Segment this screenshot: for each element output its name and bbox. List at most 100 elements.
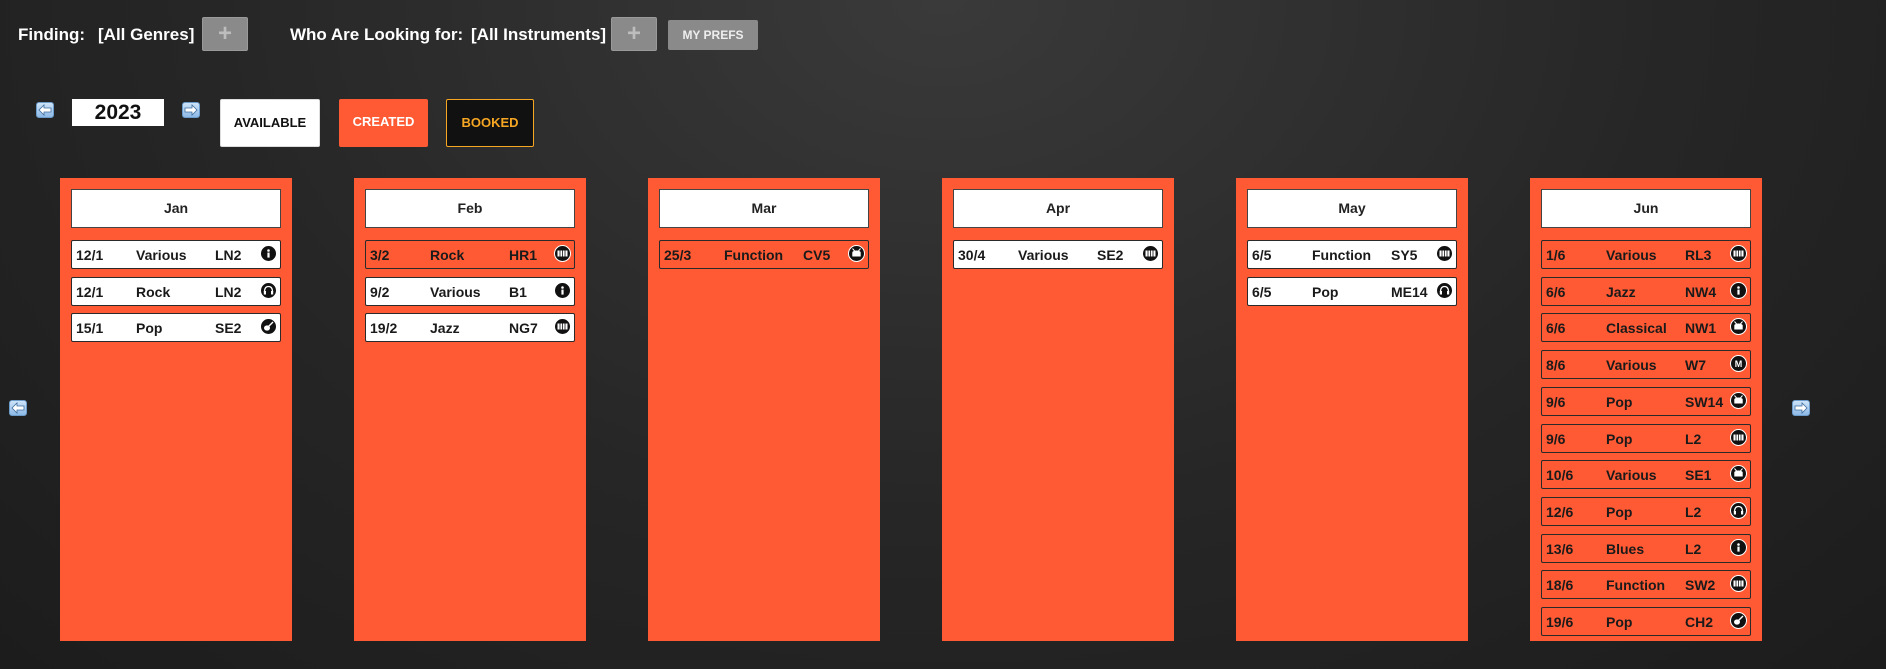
gig-code: SY5 <box>1391 247 1418 263</box>
gig-date: 1/6 <box>1546 247 1566 263</box>
keyboard-icon <box>1142 245 1159 262</box>
gig-row[interactable]: 19/2 Jazz NG7 <box>365 313 575 343</box>
gig-date: 30/4 <box>958 247 986 263</box>
gig-date: 9/6 <box>1546 430 1566 447</box>
gig-date: 8/6 <box>1546 357 1566 374</box>
gig-code: SW2 <box>1685 577 1716 594</box>
gig-genre: Various <box>1018 247 1069 263</box>
instruments-selector[interactable]: [All Instruments] <box>471 25 606 45</box>
month-column-apr: Apr 30/4 Various SE2 <box>942 178 1174 641</box>
gig-row[interactable]: 15/1 Pop SE2 <box>71 313 281 343</box>
gig-genre: Function <box>724 247 784 263</box>
prev-months-arrow-left-icon[interactable] <box>9 400 27 416</box>
gig-code: CH2 <box>1685 614 1714 630</box>
gig-date: 12/1 <box>76 247 104 263</box>
gig-genre: Pop <box>1606 503 1633 520</box>
gig-genre: Pop <box>1606 393 1633 410</box>
gig-row[interactable]: 10/6 Various SE1 <box>1541 460 1751 490</box>
month-column-feb: Feb 3/2 Rock HR1 9/2 Various B1 19/2 Jazz NG7 <box>354 178 586 641</box>
guitar-icon <box>260 318 277 336</box>
keyboard-icon <box>1436 245 1453 262</box>
gig-row[interactable]: 1/6 Various RL3 <box>1541 240 1751 269</box>
available-filter-button[interactable]: AVAILABLE <box>220 99 320 147</box>
gig-genre: Blues <box>1606 540 1645 557</box>
gig-date: 13/6 <box>1546 540 1574 557</box>
gig-date: 18/6 <box>1546 577 1574 594</box>
gig-row[interactable]: 6/5 Pop ME14 <box>1247 276 1457 306</box>
gig-genre: Jazz <box>1606 283 1636 300</box>
gig-date: 9/2 <box>370 283 390 300</box>
keyboard-icon <box>554 245 571 262</box>
gig-row[interactable]: 12/1 Rock LN2 <box>71 276 281 306</box>
drum-icon <box>1730 391 1747 409</box>
gig-row[interactable]: 6/6 Jazz NW4 <box>1541 276 1751 306</box>
month-header[interactable]: Jan <box>71 189 281 228</box>
created-filter-button[interactable]: CREATED <box>339 99 428 147</box>
gig-row[interactable]: 25/3 Function CV5 <box>659 240 869 269</box>
gig-code: LN2 <box>215 283 242 300</box>
gig-row[interactable]: 13/6 Blues L2 <box>1541 533 1751 563</box>
gig-code: L2 <box>1685 540 1702 557</box>
gig-date: 19/6 <box>1546 614 1574 630</box>
month-header[interactable]: Apr <box>953 189 1163 228</box>
gig-code: W7 <box>1685 357 1706 374</box>
next-year-arrow-right-icon[interactable] <box>182 102 200 118</box>
month-header[interactable]: May <box>1247 189 1457 228</box>
gig-row[interactable]: 9/6 Pop SW14 <box>1541 386 1751 416</box>
month-column-may: May 6/5 Function SY5 6/5 Pop ME14 <box>1236 178 1468 641</box>
gig-row[interactable]: 6/6 Classical NW1 <box>1541 313 1751 343</box>
info-icon <box>1730 281 1747 299</box>
gig-row[interactable]: 3/2 Rock HR1 <box>365 240 575 269</box>
my-prefs-button[interactable]: MY PREFS <box>668 20 758 50</box>
gig-code: CV5 <box>803 247 831 263</box>
booked-filter-button[interactable]: BOOKED <box>446 99 534 147</box>
gig-row[interactable]: 8/6 Various W7 M <box>1541 350 1751 380</box>
gig-code: NG7 <box>509 320 538 337</box>
gig-genre: Various <box>1606 467 1657 484</box>
month-header[interactable]: Feb <box>365 189 575 228</box>
guitar-icon <box>1730 612 1747 629</box>
microphone-icon: M <box>1730 355 1747 373</box>
gig-row[interactable]: 6/5 Function SY5 <box>1247 240 1457 269</box>
year-display: 2023 <box>72 99 164 126</box>
drum-icon <box>848 245 865 262</box>
gig-row[interactable]: 12/6 Pop L2 <box>1541 496 1751 526</box>
drum-icon <box>1730 318 1747 336</box>
add-instrument-button[interactable]: + <box>611 17 657 51</box>
headphones-icon <box>1436 281 1453 299</box>
gig-row[interactable]: 9/2 Various B1 <box>365 276 575 306</box>
svg-text:M: M <box>1735 359 1743 369</box>
month-column-jun: Jun 1/6 Various RL3 6/6 Jazz NW4 6/6 Classical N… <box>1530 178 1762 641</box>
keyboard-icon <box>554 318 571 336</box>
month-header[interactable]: Jun <box>1541 189 1751 228</box>
gig-code: SE1 <box>1685 467 1712 484</box>
gig-genre: Various <box>1606 357 1657 374</box>
headphones-icon <box>260 281 277 299</box>
gig-row[interactable]: 19/6 Pop CH2 <box>1541 607 1751 636</box>
gig-row[interactable]: 9/6 Pop L2 <box>1541 423 1751 453</box>
gig-code: L2 <box>1685 503 1702 520</box>
headphones-icon <box>1730 501 1747 519</box>
gig-row[interactable]: 30/4 Various SE2 <box>953 240 1163 269</box>
add-genre-button[interactable]: + <box>202 17 248 51</box>
gig-date: 25/3 <box>664 247 692 263</box>
genres-selector[interactable]: [All Genres] <box>98 25 194 45</box>
keyboard-icon <box>1730 575 1747 593</box>
gig-date: 9/6 <box>1546 393 1566 410</box>
month-header[interactable]: Mar <box>659 189 869 228</box>
gig-genre: Classical <box>1606 320 1667 337</box>
gig-date: 12/1 <box>76 283 104 300</box>
keyboard-icon <box>1730 428 1747 446</box>
drum-icon <box>1730 465 1747 483</box>
gig-code: B1 <box>509 283 527 300</box>
gig-genre: Various <box>430 283 481 300</box>
gig-row[interactable]: 18/6 Function SW2 <box>1541 570 1751 600</box>
gig-code: LN2 <box>215 247 242 263</box>
gig-genre: Function <box>1606 577 1666 594</box>
gig-row[interactable]: 12/1 Various LN2 <box>71 240 281 269</box>
prev-year-arrow-left-icon[interactable] <box>36 102 54 118</box>
info-icon <box>260 245 277 262</box>
next-months-arrow-right-icon[interactable] <box>1792 400 1810 416</box>
gig-genre: Various <box>1606 247 1657 263</box>
gig-code: RL3 <box>1685 247 1712 263</box>
